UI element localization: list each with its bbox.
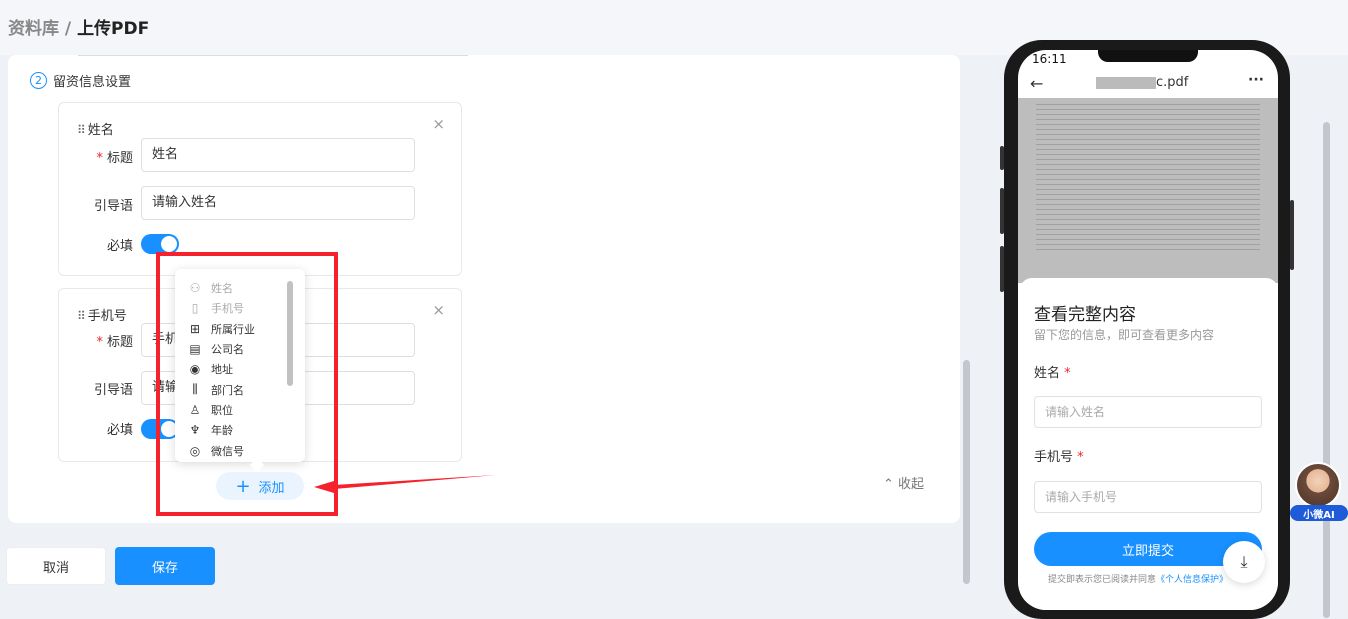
title-label: * 标题: [96, 151, 133, 166]
phone-button: [1290, 200, 1294, 270]
back-arrow-icon[interactable]: ←: [1030, 74, 1043, 93]
phone-notch: [1098, 50, 1198, 62]
assistant-avatar[interactable]: [1295, 462, 1341, 508]
breadcrumb-root[interactable]: 资料库 /: [8, 19, 71, 39]
name-label: 姓名 *: [1034, 366, 1071, 381]
required-toggle[interactable]: [141, 234, 179, 254]
privacy-link[interactable]: 《个人信息保护》: [1156, 575, 1228, 585]
section-title: 留资信息设置: [53, 75, 132, 90]
guide-input[interactable]: 请输入姓名: [141, 186, 415, 220]
breadcrumb-current: 上传PDF: [77, 19, 150, 39]
close-icon[interactable]: ×: [432, 115, 445, 133]
field-card-title[interactable]: ⠿ 手机号: [77, 305, 127, 324]
phone-screen: 16:11 ← c.pdf ··· 查看完整内容 留下您的信息，即可查看更多内容…: [1018, 50, 1278, 610]
guide-label: 引导语: [93, 383, 133, 398]
annotation-arrow: [314, 475, 496, 493]
save-button[interactable]: 保存: [115, 547, 215, 585]
agreement-note: 提交即表示您已阅读并同意《个人信息保护》: [1048, 575, 1229, 585]
download-icon[interactable]: ⤓: [1223, 541, 1265, 583]
file-name: c.pdf: [1096, 75, 1188, 90]
guide-label: 引导语: [93, 199, 133, 214]
drag-handle-icon[interactable]: ⠿: [77, 309, 86, 323]
field-card-title[interactable]: ⠿ 姓名: [77, 119, 114, 138]
name-field[interactable]: 请输入姓名: [1034, 396, 1262, 428]
step-number: 2: [30, 72, 47, 89]
assistant-tag[interactable]: 小微AI: [1290, 505, 1348, 521]
drag-handle-icon[interactable]: ⠿: [77, 123, 86, 137]
more-icon[interactable]: ···: [1248, 72, 1264, 88]
breadcrumb: 资料库 / 上传PDF: [8, 14, 149, 39]
phone-field[interactable]: 请输入手机号: [1034, 481, 1262, 513]
required-label: 必填: [106, 423, 133, 438]
pdf-preview: [1018, 98, 1278, 283]
section-header: 2 留资信息设置: [30, 71, 131, 90]
phone-button: [1000, 246, 1004, 292]
collapse-button[interactable]: ⌃ 收起: [883, 473, 924, 492]
blurred-text: [1096, 76, 1156, 89]
sheet-subtitle: 留下您的信息，即可查看更多内容: [1034, 328, 1215, 342]
main-scrollbar[interactable]: [963, 360, 970, 584]
title-input[interactable]: 姓名: [141, 138, 415, 172]
divider: [78, 55, 468, 56]
page-scrollbar[interactable]: [1323, 122, 1330, 618]
phone-nav-bar: ← c.pdf ···: [1018, 72, 1278, 98]
required-label: 必填: [106, 239, 133, 254]
settings-card: 2 留资信息设置 ⠿ 姓名 × * 标题 姓名 引导语 请输入姓名 必填 ⠿ 手机号 …: [8, 55, 960, 523]
field-card-name: ⠿ 姓名 × * 标题 姓名 引导语 请输入姓名 必填: [58, 102, 462, 276]
cancel-button[interactable]: 取消: [6, 547, 106, 585]
status-time: 16:11: [1032, 52, 1067, 66]
phone-label: 手机号 *: [1034, 450, 1084, 465]
close-icon[interactable]: ×: [432, 301, 445, 319]
phone-button: [1000, 188, 1004, 234]
sheet-title: 查看完整内容: [1034, 305, 1136, 325]
title-label: * 标题: [96, 335, 133, 350]
phone-button: [1000, 146, 1004, 170]
